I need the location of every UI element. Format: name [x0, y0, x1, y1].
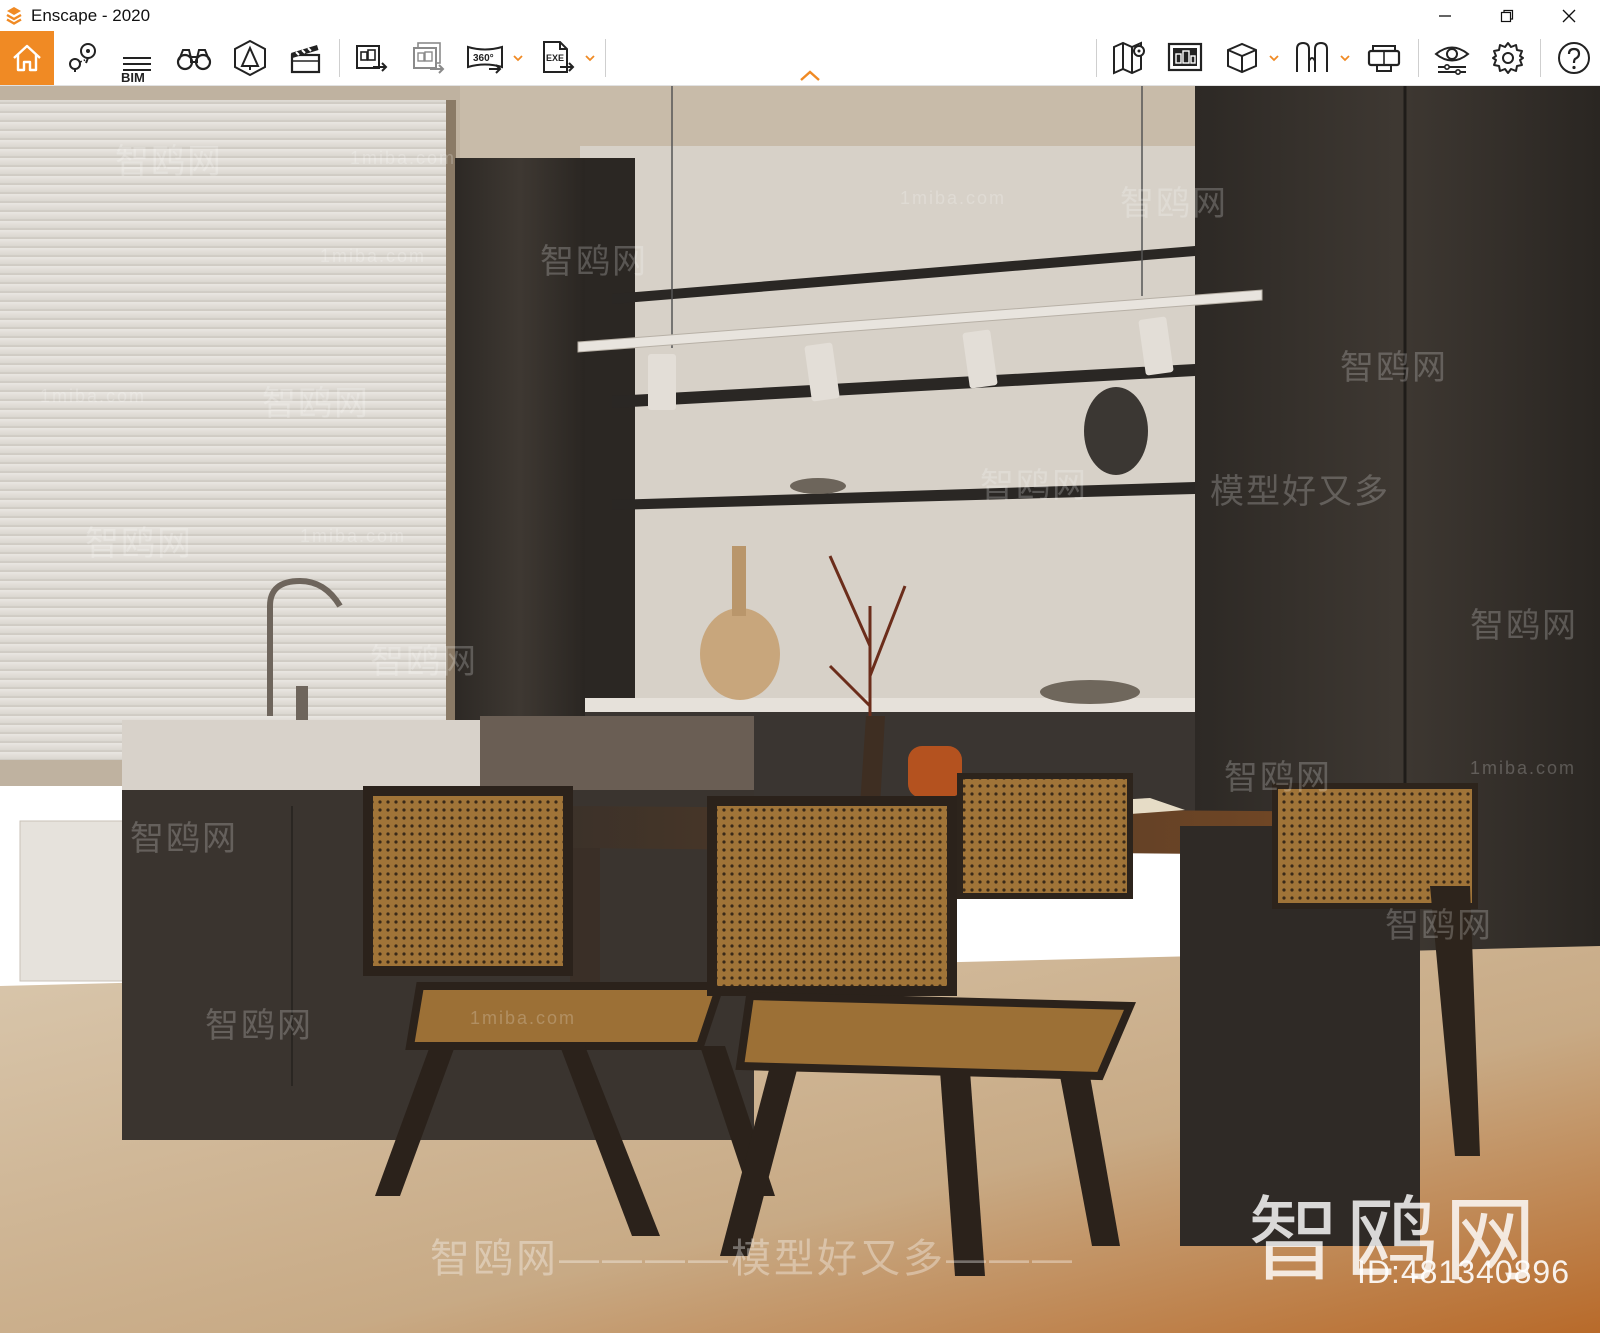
render-image-button[interactable] [346, 34, 398, 82]
asset-library-icon [234, 39, 266, 77]
kitchen-dining-scene [0, 86, 1600, 1333]
panorama-dropdown-chevron-icon[interactable] [512, 53, 524, 63]
view-management-button[interactable] [1159, 34, 1211, 82]
watermark-slogan-bottom: 智鸥网————模型好又多——— [430, 1237, 1075, 1281]
batch-render-button[interactable] [403, 34, 455, 82]
enscape-toolbar: BIM 360° EXE [0, 31, 1600, 86]
vr-headset-icon [1367, 45, 1401, 72]
image-gallery-icon [1167, 42, 1203, 72]
clapperboard-icon [290, 45, 321, 74]
exe-label: EXE [546, 53, 564, 63]
exe-export-icon: EXE [543, 41, 575, 73]
toolbar-separator [605, 39, 606, 77]
enscape-logo-icon [6, 7, 22, 25]
toolbar-separator [1418, 39, 1419, 77]
minimize-button[interactable] [1422, 0, 1468, 31]
render-viewport[interactable]: 智鸥网 1miba.com 智鸥网 1miba.com 智鸥网 1miba.co… [0, 86, 1600, 1333]
orthographic-dropdown-chevron-icon[interactable] [1268, 53, 1280, 63]
batch-export-icon [413, 42, 445, 74]
toolbar-separator [1096, 39, 1097, 77]
collapse-toolbar-chevron-up-icon[interactable] [798, 68, 822, 84]
restore-icon [1500, 9, 1514, 22]
cube-icon [1227, 42, 1257, 74]
vr-headset-button[interactable] [1358, 34, 1410, 82]
binoculars-icon [176, 49, 212, 71]
exe-dropdown-chevron-icon[interactable] [584, 53, 596, 63]
map-icon [1113, 41, 1145, 75]
map-button[interactable] [1103, 34, 1155, 82]
home-button[interactable] [0, 31, 54, 85]
home-icon [13, 44, 41, 72]
toolbar-separator [339, 39, 340, 77]
help-button[interactable] [1548, 34, 1600, 82]
window-title: Enscape - 2020 [31, 6, 151, 25]
asset-library-dropdown-chevron-icon[interactable] [1339, 53, 1351, 63]
exe-export-button[interactable]: EXE [531, 34, 583, 82]
visual-settings-button[interactable] [1426, 34, 1478, 82]
gear-icon [1492, 42, 1524, 74]
screenshot-export-icon [356, 45, 388, 72]
minimize-icon [1439, 14, 1451, 17]
asset-shapes-icon [1296, 41, 1328, 72]
close-button[interactable] [1546, 0, 1592, 31]
general-settings-button[interactable] [1482, 34, 1534, 82]
bim-label: BIM [121, 70, 145, 85]
walk-mode-button[interactable] [168, 34, 220, 82]
close-icon [1562, 9, 1576, 22]
atmosphere-button[interactable] [224, 34, 276, 82]
panorama-label: 360° [473, 53, 494, 64]
watermark-id: ID:481340896 [1356, 1254, 1570, 1290]
panorama-button[interactable]: 360° [459, 34, 511, 82]
views-button[interactable] [57, 34, 109, 82]
help-icon [1558, 42, 1590, 74]
eye-settings-icon [1434, 46, 1470, 75]
title-bar: Enscape - 2020 [0, 0, 1600, 31]
toolbar-separator [1540, 39, 1541, 77]
asset-library-button[interactable] [1286, 34, 1338, 82]
panorama-360-icon: 360° [467, 45, 503, 74]
video-editor-button[interactable] [279, 34, 331, 82]
restore-button[interactable] [1484, 0, 1530, 31]
map-pin-icon [69, 43, 96, 72]
orthographic-button[interactable] [1216, 34, 1268, 82]
